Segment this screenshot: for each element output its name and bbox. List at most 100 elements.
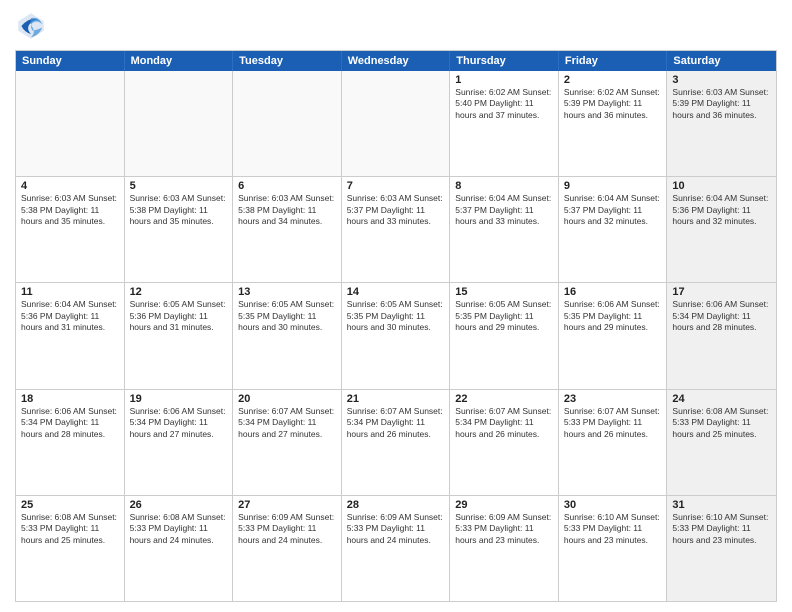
day-number: 17	[672, 286, 771, 298]
calendar-cell-day-8: 8Sunrise: 6:04 AM Sunset: 5:37 PM Daylig…	[450, 177, 559, 282]
day-number: 9	[564, 180, 662, 192]
day-info: Sunrise: 6:10 AM Sunset: 5:33 PM Dayligh…	[564, 512, 662, 546]
day-info: Sunrise: 6:06 AM Sunset: 5:35 PM Dayligh…	[564, 299, 662, 333]
calendar-cell-day-25: 25Sunrise: 6:08 AM Sunset: 5:33 PM Dayli…	[16, 496, 125, 601]
calendar-cell-day-29: 29Sunrise: 6:09 AM Sunset: 5:33 PM Dayli…	[450, 496, 559, 601]
day-info: Sunrise: 6:02 AM Sunset: 5:39 PM Dayligh…	[564, 87, 662, 121]
day-number: 12	[130, 286, 228, 298]
day-info: Sunrise: 6:09 AM Sunset: 5:33 PM Dayligh…	[347, 512, 445, 546]
day-number: 8	[455, 180, 553, 192]
calendar-cell-day-15: 15Sunrise: 6:05 AM Sunset: 5:35 PM Dayli…	[450, 283, 559, 388]
day-info: Sunrise: 6:04 AM Sunset: 5:36 PM Dayligh…	[672, 193, 771, 227]
calendar-cell-day-17: 17Sunrise: 6:06 AM Sunset: 5:34 PM Dayli…	[667, 283, 776, 388]
calendar-body: 1Sunrise: 6:02 AM Sunset: 5:40 PM Daylig…	[16, 71, 776, 601]
calendar-row-3: 11Sunrise: 6:04 AM Sunset: 5:36 PM Dayli…	[16, 282, 776, 388]
day-info: Sunrise: 6:02 AM Sunset: 5:40 PM Dayligh…	[455, 87, 553, 121]
day-number: 19	[130, 393, 228, 405]
day-number: 24	[672, 393, 771, 405]
day-number: 30	[564, 499, 662, 511]
weekday-header-thursday: Thursday	[450, 51, 559, 71]
day-info: Sunrise: 6:05 AM Sunset: 5:35 PM Dayligh…	[238, 299, 336, 333]
day-number: 29	[455, 499, 553, 511]
weekday-header-wednesday: Wednesday	[342, 51, 451, 71]
day-number: 11	[21, 286, 119, 298]
day-info: Sunrise: 6:03 AM Sunset: 5:37 PM Dayligh…	[347, 193, 445, 227]
calendar-cell-empty	[342, 71, 451, 176]
day-number: 20	[238, 393, 336, 405]
weekday-header-friday: Friday	[559, 51, 668, 71]
day-info: Sunrise: 6:05 AM Sunset: 5:35 PM Dayligh…	[347, 299, 445, 333]
calendar-cell-day-23: 23Sunrise: 6:07 AM Sunset: 5:33 PM Dayli…	[559, 390, 668, 495]
calendar-cell-empty	[16, 71, 125, 176]
day-number: 2	[564, 74, 662, 86]
day-number: 7	[347, 180, 445, 192]
day-info: Sunrise: 6:07 AM Sunset: 5:34 PM Dayligh…	[347, 406, 445, 440]
calendar-cell-day-4: 4Sunrise: 6:03 AM Sunset: 5:38 PM Daylig…	[16, 177, 125, 282]
calendar-cell-day-7: 7Sunrise: 6:03 AM Sunset: 5:37 PM Daylig…	[342, 177, 451, 282]
day-info: Sunrise: 6:09 AM Sunset: 5:33 PM Dayligh…	[238, 512, 336, 546]
day-info: Sunrise: 6:05 AM Sunset: 5:36 PM Dayligh…	[130, 299, 228, 333]
calendar-row-4: 18Sunrise: 6:06 AM Sunset: 5:34 PM Dayli…	[16, 389, 776, 495]
day-number: 27	[238, 499, 336, 511]
calendar-cell-day-6: 6Sunrise: 6:03 AM Sunset: 5:38 PM Daylig…	[233, 177, 342, 282]
day-number: 4	[21, 180, 119, 192]
day-number: 10	[672, 180, 771, 192]
day-info: Sunrise: 6:03 AM Sunset: 5:39 PM Dayligh…	[672, 87, 771, 121]
day-info: Sunrise: 6:08 AM Sunset: 5:33 PM Dayligh…	[21, 512, 119, 546]
calendar-cell-day-30: 30Sunrise: 6:10 AM Sunset: 5:33 PM Dayli…	[559, 496, 668, 601]
day-info: Sunrise: 6:08 AM Sunset: 5:33 PM Dayligh…	[130, 512, 228, 546]
day-info: Sunrise: 6:10 AM Sunset: 5:33 PM Dayligh…	[672, 512, 771, 546]
calendar-cell-day-28: 28Sunrise: 6:09 AM Sunset: 5:33 PM Dayli…	[342, 496, 451, 601]
day-info: Sunrise: 6:06 AM Sunset: 5:34 PM Dayligh…	[130, 406, 228, 440]
day-info: Sunrise: 6:03 AM Sunset: 5:38 PM Dayligh…	[238, 193, 336, 227]
calendar-cell-day-2: 2Sunrise: 6:02 AM Sunset: 5:39 PM Daylig…	[559, 71, 668, 176]
day-number: 5	[130, 180, 228, 192]
logo	[15, 10, 51, 42]
weekday-header-saturday: Saturday	[667, 51, 776, 71]
calendar-cell-day-22: 22Sunrise: 6:07 AM Sunset: 5:34 PM Dayli…	[450, 390, 559, 495]
calendar-cell-day-5: 5Sunrise: 6:03 AM Sunset: 5:38 PM Daylig…	[125, 177, 234, 282]
calendar-cell-day-27: 27Sunrise: 6:09 AM Sunset: 5:33 PM Dayli…	[233, 496, 342, 601]
day-number: 1	[455, 74, 553, 86]
day-info: Sunrise: 6:06 AM Sunset: 5:34 PM Dayligh…	[672, 299, 771, 333]
day-info: Sunrise: 6:03 AM Sunset: 5:38 PM Dayligh…	[21, 193, 119, 227]
calendar-row-2: 4Sunrise: 6:03 AM Sunset: 5:38 PM Daylig…	[16, 176, 776, 282]
day-info: Sunrise: 6:03 AM Sunset: 5:38 PM Dayligh…	[130, 193, 228, 227]
day-number: 25	[21, 499, 119, 511]
day-number: 6	[238, 180, 336, 192]
day-info: Sunrise: 6:09 AM Sunset: 5:33 PM Dayligh…	[455, 512, 553, 546]
calendar-cell-day-11: 11Sunrise: 6:04 AM Sunset: 5:36 PM Dayli…	[16, 283, 125, 388]
calendar-cell-day-9: 9Sunrise: 6:04 AM Sunset: 5:37 PM Daylig…	[559, 177, 668, 282]
logo-icon	[15, 10, 47, 42]
day-number: 14	[347, 286, 445, 298]
day-number: 26	[130, 499, 228, 511]
day-number: 31	[672, 499, 771, 511]
calendar-cell-day-16: 16Sunrise: 6:06 AM Sunset: 5:35 PM Dayli…	[559, 283, 668, 388]
day-info: Sunrise: 6:04 AM Sunset: 5:37 PM Dayligh…	[455, 193, 553, 227]
calendar-cell-day-3: 3Sunrise: 6:03 AM Sunset: 5:39 PM Daylig…	[667, 71, 776, 176]
day-number: 3	[672, 74, 771, 86]
day-number: 21	[347, 393, 445, 405]
calendar-cell-day-14: 14Sunrise: 6:05 AM Sunset: 5:35 PM Dayli…	[342, 283, 451, 388]
day-number: 13	[238, 286, 336, 298]
weekday-header-sunday: Sunday	[16, 51, 125, 71]
calendar-cell-day-26: 26Sunrise: 6:08 AM Sunset: 5:33 PM Dayli…	[125, 496, 234, 601]
page: SundayMondayTuesdayWednesdayThursdayFrid…	[0, 0, 792, 612]
day-info: Sunrise: 6:07 AM Sunset: 5:34 PM Dayligh…	[238, 406, 336, 440]
calendar-cell-day-1: 1Sunrise: 6:02 AM Sunset: 5:40 PM Daylig…	[450, 71, 559, 176]
calendar-cell-day-24: 24Sunrise: 6:08 AM Sunset: 5:33 PM Dayli…	[667, 390, 776, 495]
weekday-header-tuesday: Tuesday	[233, 51, 342, 71]
calendar-cell-day-18: 18Sunrise: 6:06 AM Sunset: 5:34 PM Dayli…	[16, 390, 125, 495]
calendar-row-1: 1Sunrise: 6:02 AM Sunset: 5:40 PM Daylig…	[16, 71, 776, 176]
calendar-row-5: 25Sunrise: 6:08 AM Sunset: 5:33 PM Dayli…	[16, 495, 776, 601]
calendar-cell-day-31: 31Sunrise: 6:10 AM Sunset: 5:33 PM Dayli…	[667, 496, 776, 601]
calendar-cell-empty	[233, 71, 342, 176]
calendar: SundayMondayTuesdayWednesdayThursdayFrid…	[15, 50, 777, 602]
day-info: Sunrise: 6:08 AM Sunset: 5:33 PM Dayligh…	[672, 406, 771, 440]
day-number: 22	[455, 393, 553, 405]
day-number: 15	[455, 286, 553, 298]
day-info: Sunrise: 6:07 AM Sunset: 5:34 PM Dayligh…	[455, 406, 553, 440]
calendar-cell-day-10: 10Sunrise: 6:04 AM Sunset: 5:36 PM Dayli…	[667, 177, 776, 282]
day-info: Sunrise: 6:06 AM Sunset: 5:34 PM Dayligh…	[21, 406, 119, 440]
header	[15, 10, 777, 42]
